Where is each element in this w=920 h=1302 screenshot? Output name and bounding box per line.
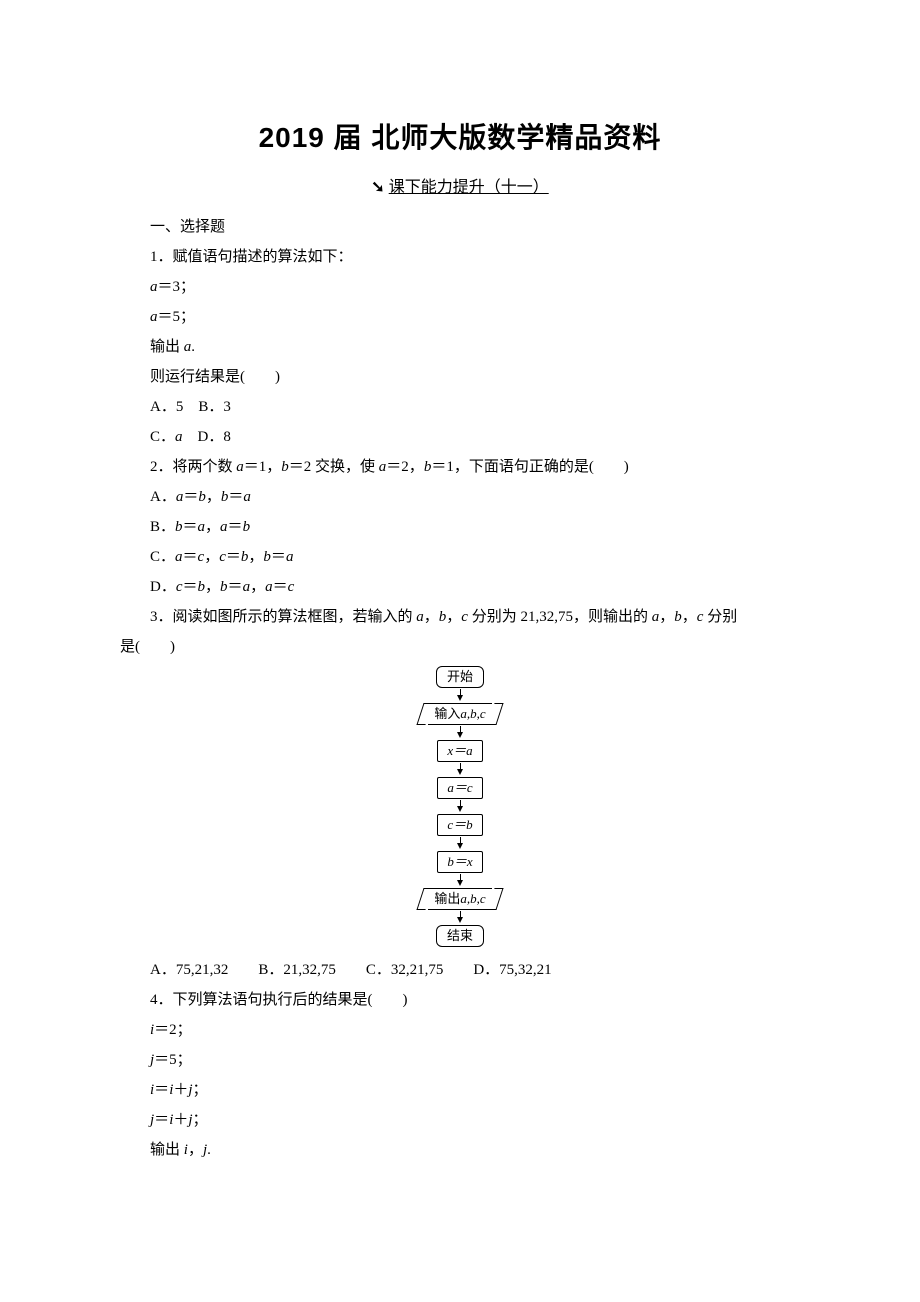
flow-step-1: x＝a xyxy=(437,740,482,762)
q4-line2: j＝5； xyxy=(120,1045,800,1075)
q4-line5: 输出 i，j. xyxy=(120,1135,800,1165)
flow-arrow-icon xyxy=(460,689,461,699)
flowchart: 开始 输入a,b,c x＝a a＝c c＝b b＝x 输出a,b,c 结束 xyxy=(385,666,535,947)
subtitle-text: 课下能力提升（十一） xyxy=(389,179,549,196)
document-page: 2019 届 北师大版数学精品资料 ➘ 课下能力提升（十一） 一、选择题 1．赋值… xyxy=(0,0,920,1302)
q2-stem: 2．将两个数 a＝1，b＝2 交换，使 a＝2，b＝1，下面语句正确的是( ) xyxy=(120,452,800,482)
page-title: 2019 届 北师大版数学精品资料 xyxy=(120,110,800,166)
q4-line4: j＝i＋j； xyxy=(120,1105,800,1135)
q4-line3: i＝i＋j； xyxy=(120,1075,800,1105)
body-content: 一、选择题 1．赋值语句描述的算法如下： a＝3； a＝5； 输出 a. 则运行… xyxy=(120,212,800,1165)
flow-arrow-icon xyxy=(460,800,461,810)
q1-optCD: C．a D．8 xyxy=(120,422,800,452)
flow-arrow-icon xyxy=(460,874,461,884)
q3-options: A．75,21,32 B．21,32,75 C．32,21,75 D．75,32… xyxy=(120,955,800,985)
flow-arrow-icon xyxy=(460,911,461,921)
q2-optA: A．a＝b，b＝a xyxy=(120,482,800,512)
flow-start: 开始 xyxy=(436,666,484,688)
q1-line4: 则运行结果是( ) xyxy=(120,362,800,392)
q1-line3: 输出 a. xyxy=(120,332,800,362)
section-heading: 一、选择题 xyxy=(120,212,800,242)
q4-line1: i＝2； xyxy=(120,1015,800,1045)
flow-arrow-icon xyxy=(460,837,461,847)
flow-step-3: c＝b xyxy=(437,814,482,836)
q3-stem-line2: 是( ) xyxy=(120,632,800,662)
q2-optC: C．a＝c，c＝b，b＝a xyxy=(120,542,800,572)
q3-stem-line1: 3．阅读如图所示的算法框图，若输入的 a，b，c 分别为 21,32,75，则输… xyxy=(120,602,800,632)
q1-stem: 1．赋值语句描述的算法如下： xyxy=(120,242,800,272)
q1-line1: a＝3； xyxy=(120,272,800,302)
flow-input: 输入a,b,c xyxy=(428,703,491,725)
subtitle-row: ➘ 课下能力提升（十一） xyxy=(120,172,800,204)
q4-stem: 4．下列算法语句执行后的结果是( ) xyxy=(120,985,800,1015)
q1-line2: a＝5； xyxy=(120,302,800,332)
flow-step-2: a＝c xyxy=(437,777,482,799)
flow-step-4: b＝x xyxy=(437,851,482,873)
down-right-arrow-icon: ➘ xyxy=(371,172,384,204)
flow-end: 结束 xyxy=(436,925,484,947)
q2-optB: B．b＝a，a＝b xyxy=(120,512,800,542)
flow-arrow-icon xyxy=(460,763,461,773)
flow-output: 输出a,b,c xyxy=(428,888,491,910)
q1-optAB: A．5 B．3 xyxy=(120,392,800,422)
flow-arrow-icon xyxy=(460,726,461,736)
q2-optD: D．c＝b，b＝a，a＝c xyxy=(120,572,800,602)
